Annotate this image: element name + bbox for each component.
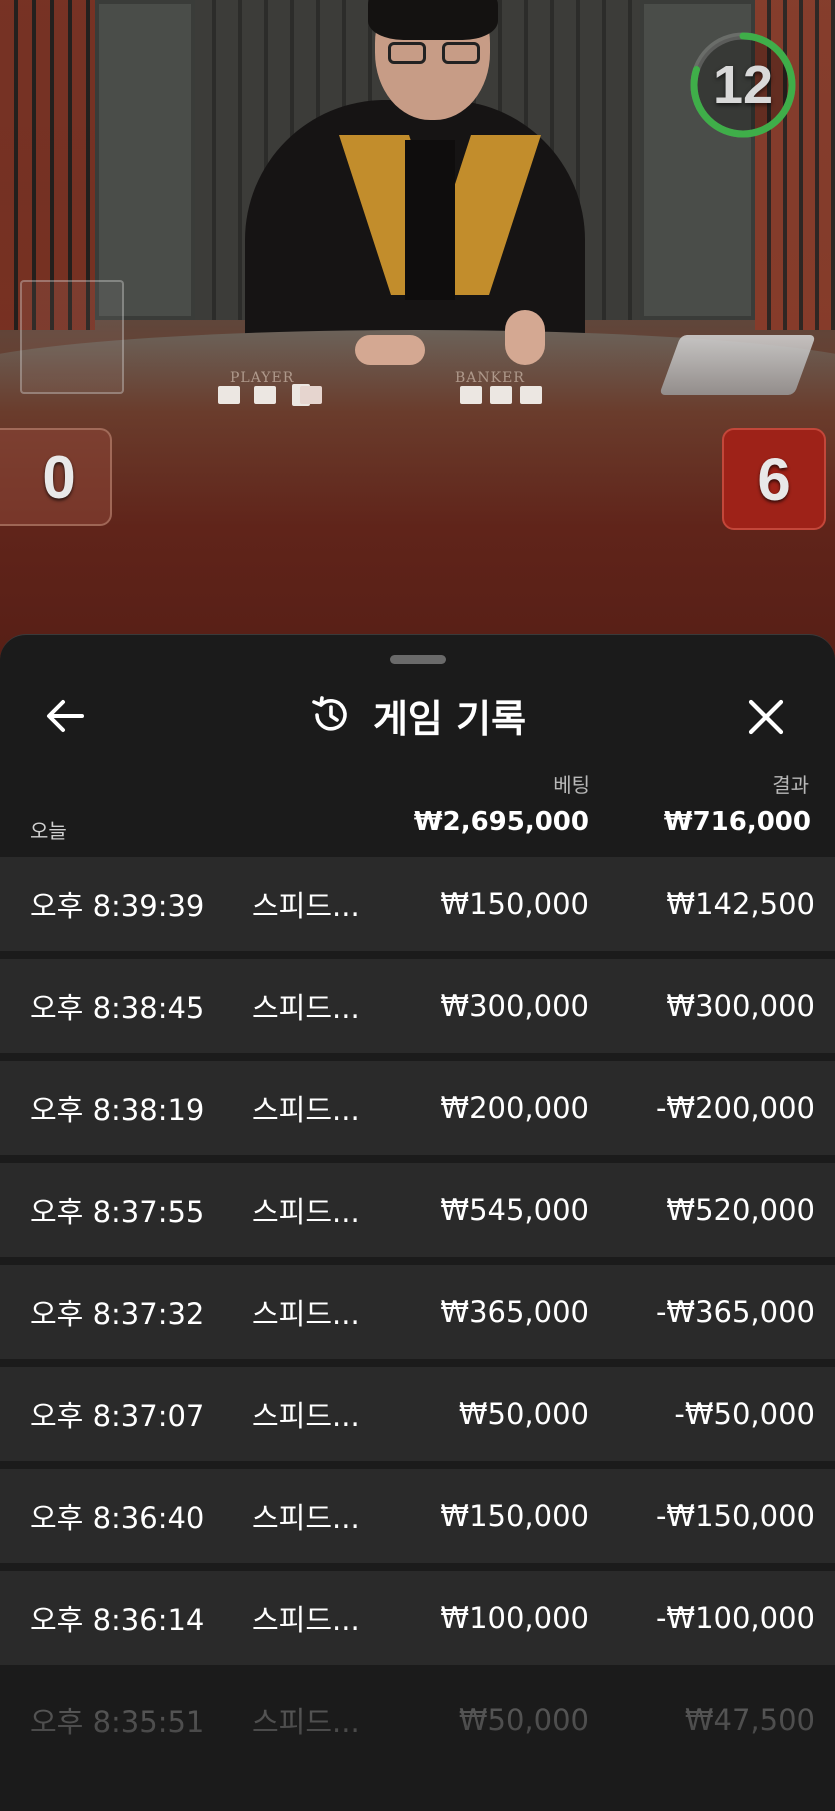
row-game: 스피드... <box>252 1195 360 1229</box>
live-video-stream: PLAYER BANKER 12 0 6 <box>0 0 835 660</box>
row-time: 오후 8:37:32 <box>30 1297 205 1331</box>
row-result: ₩520,000 <box>666 1193 815 1227</box>
row-game: 스피드... <box>252 1297 360 1331</box>
dealer-hair <box>368 0 498 40</box>
row-bet: ₩150,000 <box>440 1499 589 1533</box>
row-time: 오후 8:38:19 <box>30 1093 205 1127</box>
sheet-drag-handle[interactable] <box>390 655 446 664</box>
row-bet: ₩50,000 <box>458 1703 589 1737</box>
history-row[interactable]: 오후 8:37:32 스피드... ₩365,000 -₩365,000 <box>0 1265 835 1359</box>
discard-tray <box>20 280 124 394</box>
title-group: 게임 기록 <box>0 675 835 755</box>
column-header-bet: 베팅 <box>553 773 590 797</box>
back-button[interactable] <box>40 691 90 741</box>
history-clock-icon <box>312 696 347 731</box>
row-result: -₩200,000 <box>655 1091 815 1125</box>
row-result: ₩142,500 <box>666 887 815 921</box>
row-time: 오후 8:37:07 <box>30 1399 205 1433</box>
player-score: 0 <box>0 428 112 526</box>
table-label-banker: BANKER <box>455 370 525 386</box>
dealer-glasses <box>388 42 480 64</box>
row-bet: ₩545,000 <box>440 1193 589 1227</box>
history-row[interactable]: 오후 8:39:39 스피드... ₩150,000 ₩142,500 <box>0 857 835 951</box>
dealer-shirt <box>405 140 455 300</box>
row-game: 스피드... <box>252 1705 360 1739</box>
row-result: -₩365,000 <box>655 1295 815 1329</box>
row-bet: ₩365,000 <box>440 1295 589 1329</box>
row-game: 스피드... <box>252 1501 360 1535</box>
history-row[interactable]: 오후 8:37:55 스피드... ₩545,000 ₩520,000 <box>0 1163 835 1257</box>
card-shoe <box>659 335 816 395</box>
row-time: 오후 8:35:51 <box>30 1705 205 1739</box>
summary-bet-total: ₩2,695,000 <box>413 807 589 837</box>
history-row[interactable]: 오후 8:37:07 스피드... ₩50,000 -₩50,000 <box>0 1367 835 1461</box>
row-result: ₩47,500 <box>684 1703 815 1737</box>
close-button[interactable] <box>740 691 792 743</box>
summary-result-total: ₩716,000 <box>663 807 811 837</box>
timer-value: 12 <box>712 55 774 115</box>
background-panel <box>95 0 195 320</box>
row-time: 오후 8:36:14 <box>30 1603 205 1637</box>
row-time: 오후 8:36:40 <box>30 1501 205 1535</box>
player-card <box>254 386 276 404</box>
row-result: -₩100,000 <box>655 1601 815 1635</box>
banker-card <box>520 386 542 404</box>
arrow-left-icon <box>47 700 84 732</box>
history-row[interactable]: 오후 8:36:40 스피드... ₩150,000 -₩150,000 <box>0 1469 835 1563</box>
dealer-hand <box>505 310 545 365</box>
player-card <box>300 386 322 404</box>
round-timer: 12 <box>688 30 798 140</box>
table-label-player: PLAYER <box>230 370 295 386</box>
row-bet: ₩150,000 <box>440 887 589 921</box>
row-bet: ₩50,000 <box>458 1397 589 1431</box>
row-bet: ₩100,000 <box>440 1601 589 1635</box>
history-row[interactable]: 오후 8:38:19 스피드... ₩200,000 -₩200,000 <box>0 1061 835 1155</box>
banker-card <box>490 386 512 404</box>
banker-score: 6 <box>722 428 826 530</box>
summary-label: 오늘 <box>30 819 67 843</box>
row-result: -₩150,000 <box>655 1499 815 1533</box>
row-bet: ₩200,000 <box>440 1091 589 1125</box>
row-game: 스피드... <box>252 889 360 923</box>
sheet-header: 게임 기록 <box>0 675 835 755</box>
row-time: 오후 8:39:39 <box>30 889 205 923</box>
history-list: 오후 8:39:39 스피드... ₩150,000 ₩142,500 오후 8… <box>0 857 835 1775</box>
row-result: ₩300,000 <box>666 989 815 1023</box>
row-bet: ₩300,000 <box>440 989 589 1023</box>
player-card <box>218 386 240 404</box>
row-game: 스피드... <box>252 1603 360 1637</box>
row-time: 오후 8:37:55 <box>30 1195 205 1229</box>
game-history-sheet: 게임 기록 베팅 결과 오늘 ₩2,695,000 ₩716,000 오후 8:… <box>0 634 835 1811</box>
column-header-result: 결과 <box>772 773 809 797</box>
history-row[interactable]: 오후 8:38:45 스피드... ₩300,000 ₩300,000 <box>0 959 835 1053</box>
dealer-hand <box>355 335 425 365</box>
history-row[interactable]: 오후 8:36:14 스피드... ₩100,000 -₩100,000 <box>0 1571 835 1665</box>
row-time: 오후 8:38:45 <box>30 991 205 1025</box>
row-game: 스피드... <box>252 1093 360 1127</box>
row-game: 스피드... <box>252 1399 360 1433</box>
row-game: 스피드... <box>252 991 360 1025</box>
sheet-title: 게임 기록 <box>372 696 527 741</box>
row-result: -₩50,000 <box>674 1397 815 1431</box>
close-icon <box>748 699 784 735</box>
banker-card <box>460 386 482 404</box>
history-row[interactable]: 오후 8:35:51 스피드... ₩50,000 ₩47,500 <box>0 1673 835 1767</box>
